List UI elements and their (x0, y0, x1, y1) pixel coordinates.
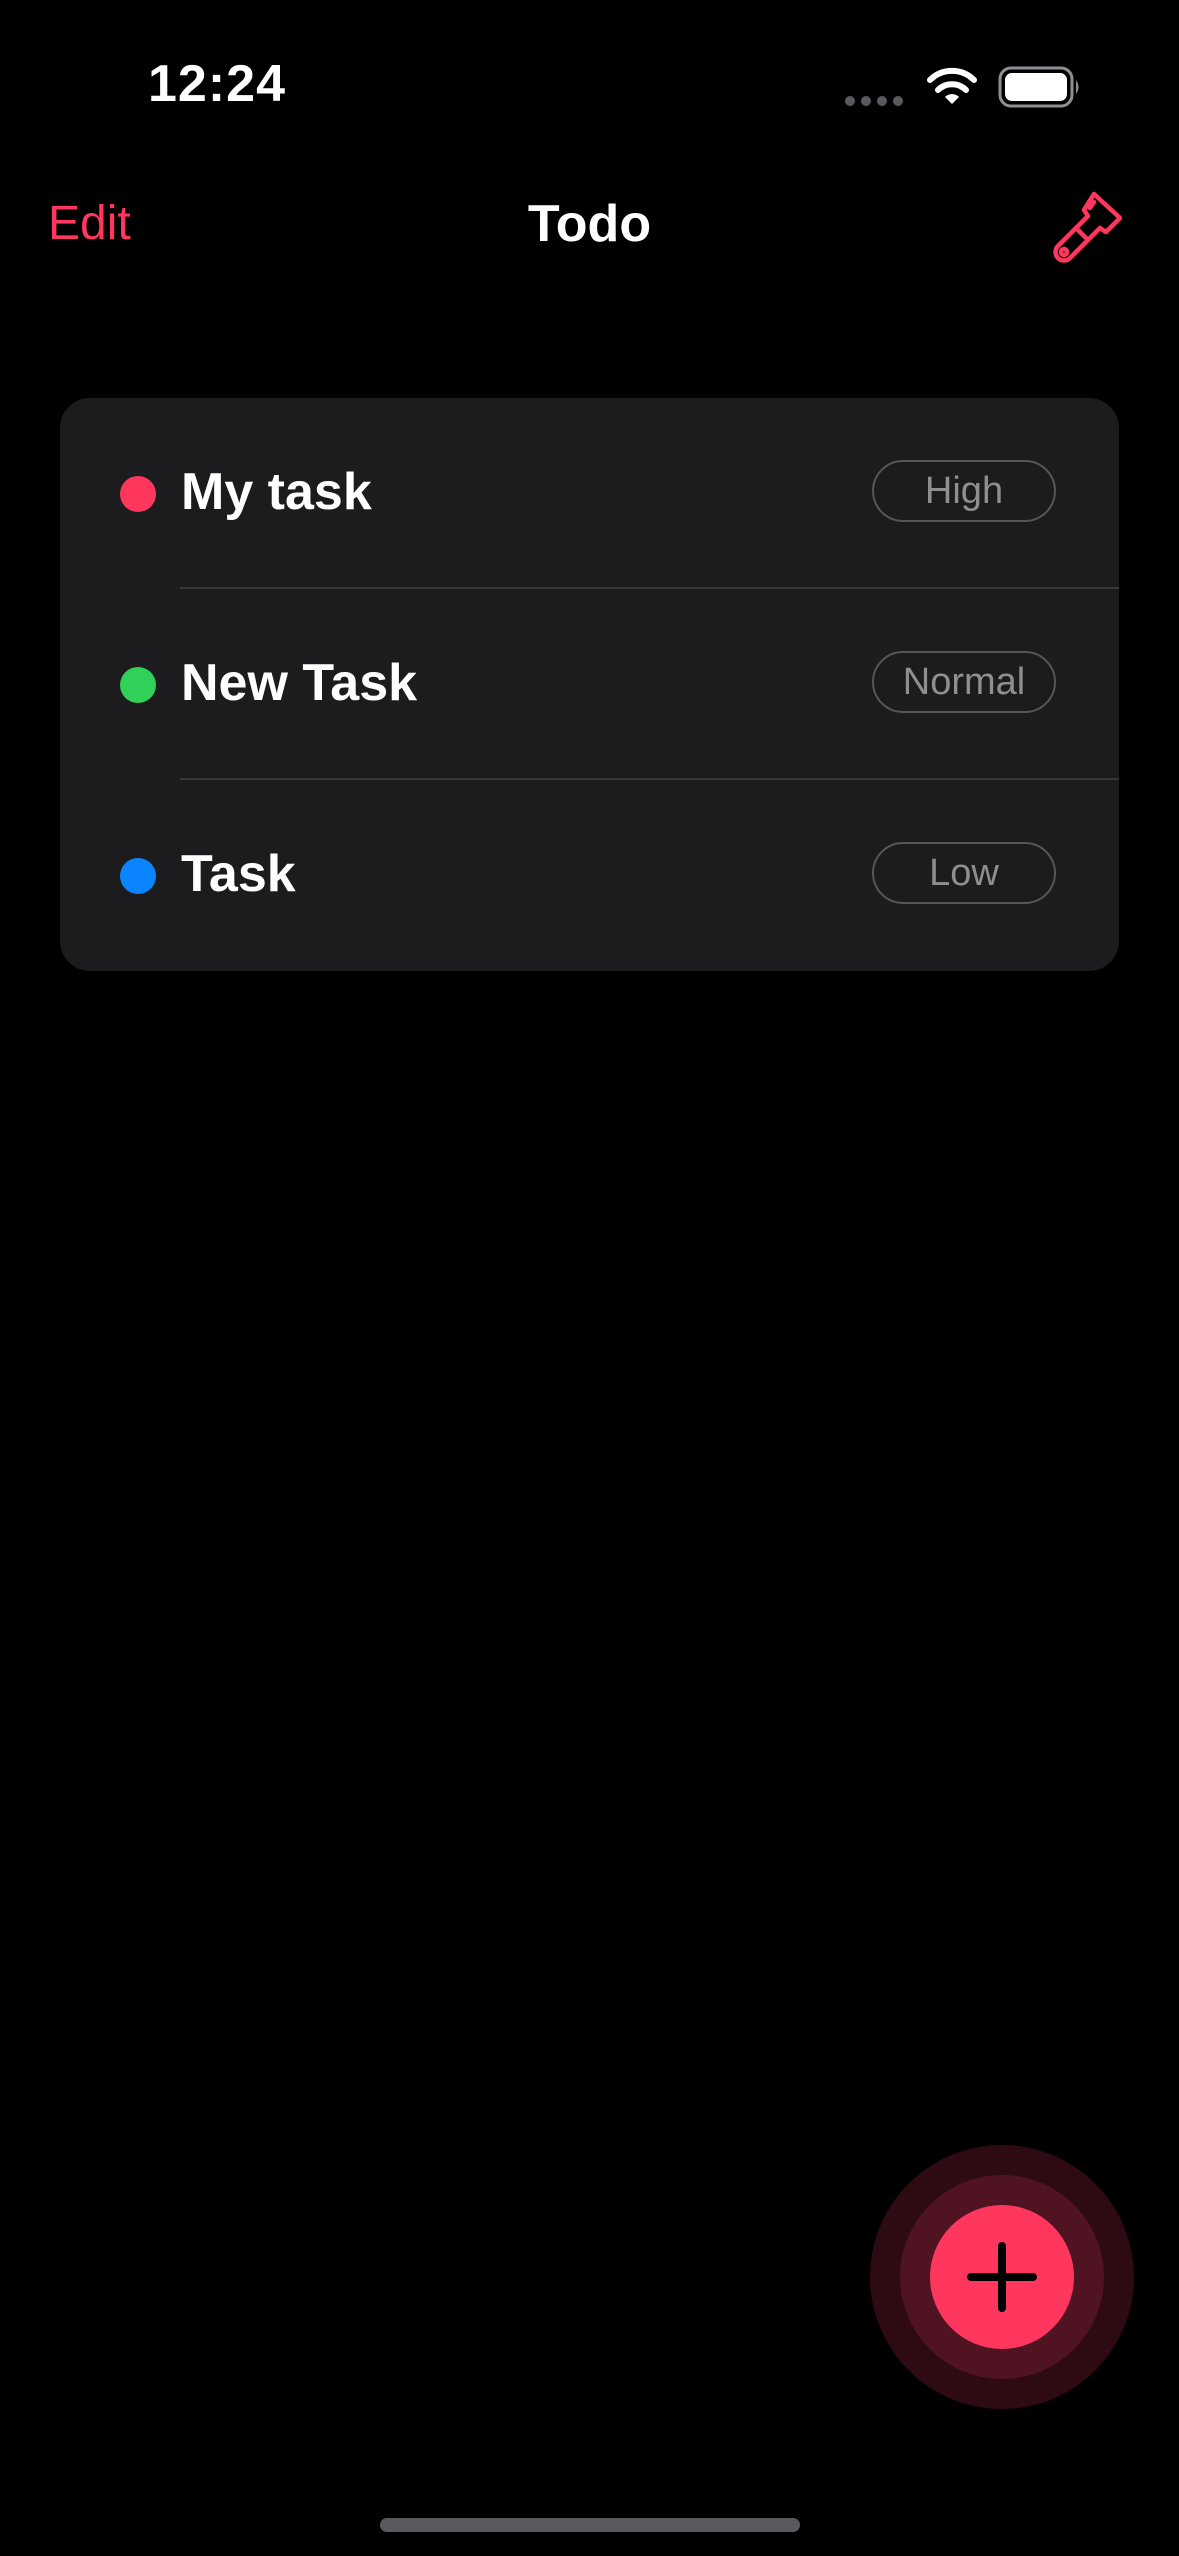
task-list: My task High New Task Normal Task Low (60, 398, 1119, 971)
task-row[interactable]: My task High (60, 398, 1119, 589)
task-row[interactable]: Task Low (60, 780, 1119, 971)
task-title: New Task (181, 654, 418, 712)
theme-button[interactable] (1050, 188, 1126, 268)
priority-dot (120, 476, 156, 512)
priority-badge: Low (872, 842, 1056, 904)
page-title: Todo (527, 195, 652, 253)
task-row[interactable]: New Task Normal (60, 589, 1119, 780)
priority-badge: Normal (872, 651, 1056, 713)
priority-badge: High (872, 460, 1056, 522)
status-time: 12:24 (148, 55, 286, 113)
cellular-signal-icon (845, 96, 903, 106)
battery-icon (998, 66, 1079, 108)
add-task-button[interactable] (930, 2205, 1074, 2349)
plus-icon (967, 2242, 1037, 2312)
task-title: My task (181, 463, 372, 521)
priority-dot (120, 858, 156, 894)
priority-dot (120, 667, 156, 703)
task-title: Task (181, 845, 296, 903)
paintbrush-icon (1053, 191, 1123, 263)
wifi-icon (927, 67, 977, 104)
status-bar: 12:24 (0, 0, 1179, 180)
home-indicator[interactable] (380, 2518, 800, 2532)
